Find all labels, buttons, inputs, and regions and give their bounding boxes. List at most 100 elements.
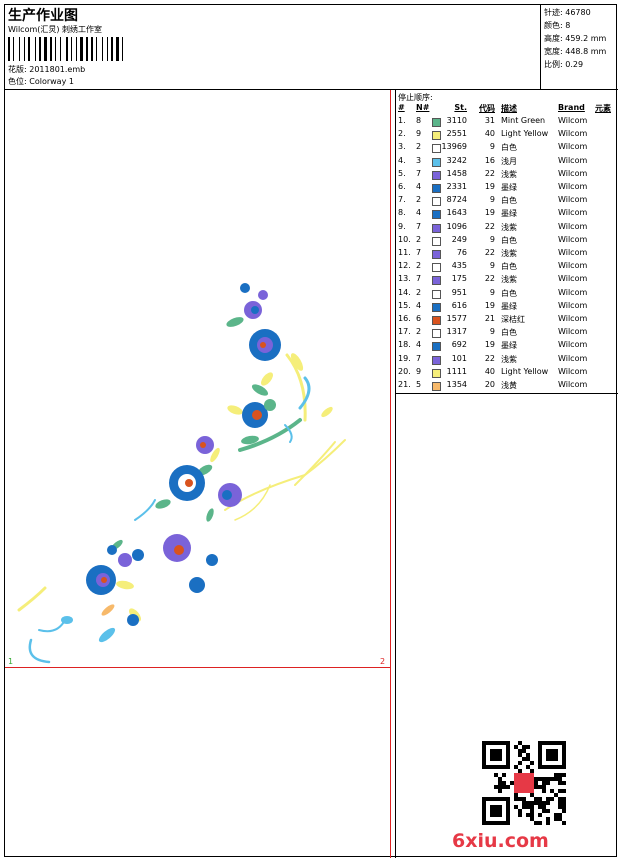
row-brand: Wilcom: [558, 353, 588, 363]
barcode-bar: [91, 37, 93, 61]
row-needle: 2: [416, 142, 422, 152]
qr-module: [546, 809, 550, 813]
barcode-bar: [53, 37, 54, 61]
row-code: 9: [489, 261, 495, 271]
row-code: 40: [484, 129, 495, 139]
qr-module: [534, 797, 538, 801]
qr-module: [562, 773, 566, 777]
color-swatch: [432, 250, 441, 259]
qr-module: [530, 793, 534, 797]
color-swatch: [432, 289, 441, 299]
row-index: 6.: [398, 182, 406, 191]
row-description: 墨绿: [501, 301, 517, 311]
row-brand: Wilcom: [558, 248, 588, 257]
qr-module: [558, 797, 562, 801]
row-stitches: 692: [451, 340, 467, 350]
row-brand: Wilcom: [558, 142, 588, 152]
table-row: 19. 7 101 22 浅紫 Wilcom: [396, 354, 619, 367]
table-row: 16. 6 1577 21 深桔红 Wilcom: [396, 314, 619, 327]
qr-module: [522, 749, 526, 753]
table-row: 3. 2 13969 9 白色 Wilcom: [396, 142, 619, 155]
row-description: 浅紫: [501, 249, 517, 258]
row-code: 19: [484, 300, 495, 310]
qr-module: [510, 781, 514, 785]
row-code: 19: [484, 208, 495, 218]
row-description: 白色: [501, 143, 517, 153]
row-index: 8.: [398, 208, 406, 218]
row-description: 墨绿: [501, 209, 517, 219]
row-stitches: 1577: [446, 314, 467, 323]
table-row: 7. 2 8724 9 白色 Wilcom: [396, 195, 619, 208]
row-description: 白色: [501, 328, 517, 338]
qr-module: [518, 753, 522, 757]
qr-module: [530, 769, 534, 773]
table-row: 13. 7 175 22 浅紫 Wilcom: [396, 274, 619, 287]
barcode-bar: [42, 37, 43, 61]
barcode-bar: [35, 37, 36, 61]
qr-module: [538, 785, 542, 789]
row-description: 浅月: [501, 156, 517, 166]
row-description: 白色: [501, 288, 517, 298]
barcode-bar: [50, 37, 52, 61]
qr-module: [554, 777, 558, 781]
row-code: 31: [484, 116, 495, 125]
barcode-bar: [28, 37, 30, 61]
qr-module: [502, 773, 506, 777]
row-brand: Wilcom: [558, 155, 588, 165]
row-needle: 4: [416, 300, 422, 310]
barcode-bar: [21, 37, 23, 61]
qr-module: [526, 753, 530, 757]
qr-module: [546, 821, 550, 825]
barcode-bar: [124, 37, 126, 61]
row-brand: Wilcom: [558, 195, 588, 205]
table-row: 21. 5 1354 20 浅黄 Wilcom: [396, 380, 619, 393]
table-row: 20. 9 1111 40 Light Yellow Wilcom: [396, 367, 619, 380]
row-stitches: 3242: [446, 155, 467, 165]
row-stitches: 3110: [446, 116, 467, 125]
row-stitches: 101: [451, 353, 467, 363]
barcode-bar: [107, 37, 108, 61]
barcode-bar: [37, 37, 38, 61]
row-index: 3.: [398, 142, 406, 152]
row-description: 浅黄: [501, 381, 517, 390]
row-needle: 4: [416, 340, 422, 350]
qr-module: [514, 805, 518, 809]
colorway: 色位: Colorway 1: [8, 76, 74, 87]
color-swatch: [432, 236, 441, 246]
barcode-bar: [24, 37, 25, 61]
table-row: 15. 4 616 19 墨绿 Wilcom: [396, 301, 619, 314]
qr-module: [534, 777, 538, 781]
row-brand: Wilcom: [558, 300, 588, 310]
qr-module: [534, 785, 538, 789]
color-swatch: [432, 197, 441, 207]
row-brand: Wilcom: [558, 274, 588, 284]
qr-module: [530, 809, 534, 813]
qr-module: [514, 745, 518, 749]
qr-module: [518, 809, 522, 813]
colorway-label: 色位:: [8, 77, 27, 86]
qr-module: [562, 805, 566, 809]
row-brand: Wilcom: [558, 366, 588, 376]
barcode-bar: [78, 37, 79, 61]
qr-module: [538, 813, 542, 817]
row-index: 18.: [398, 340, 411, 350]
qr-module: [542, 789, 546, 793]
row-needle: 2: [416, 287, 422, 297]
row-index: 19.: [398, 353, 411, 363]
qr-module: [530, 761, 534, 765]
qr-module: [514, 793, 518, 797]
row-description: Light Yellow: [501, 129, 549, 139]
watermark-logo: 6xiu.com: [452, 830, 549, 852]
hoop-mark-1: 1: [8, 657, 14, 666]
row-brand: Wilcom: [558, 221, 588, 231]
qr-module: [506, 785, 510, 789]
table-row: 14. 2 951 9 白色 Wilcom: [396, 288, 619, 301]
row-index: 7.: [398, 195, 406, 205]
qr-module: [546, 797, 550, 801]
qr-module: [518, 761, 522, 765]
color-swatch: [432, 382, 441, 391]
row-brand: Wilcom: [558, 287, 588, 297]
row-needle: 7: [416, 168, 422, 178]
barcode-bar: [73, 37, 75, 61]
row-description: 墨绿: [501, 183, 517, 192]
